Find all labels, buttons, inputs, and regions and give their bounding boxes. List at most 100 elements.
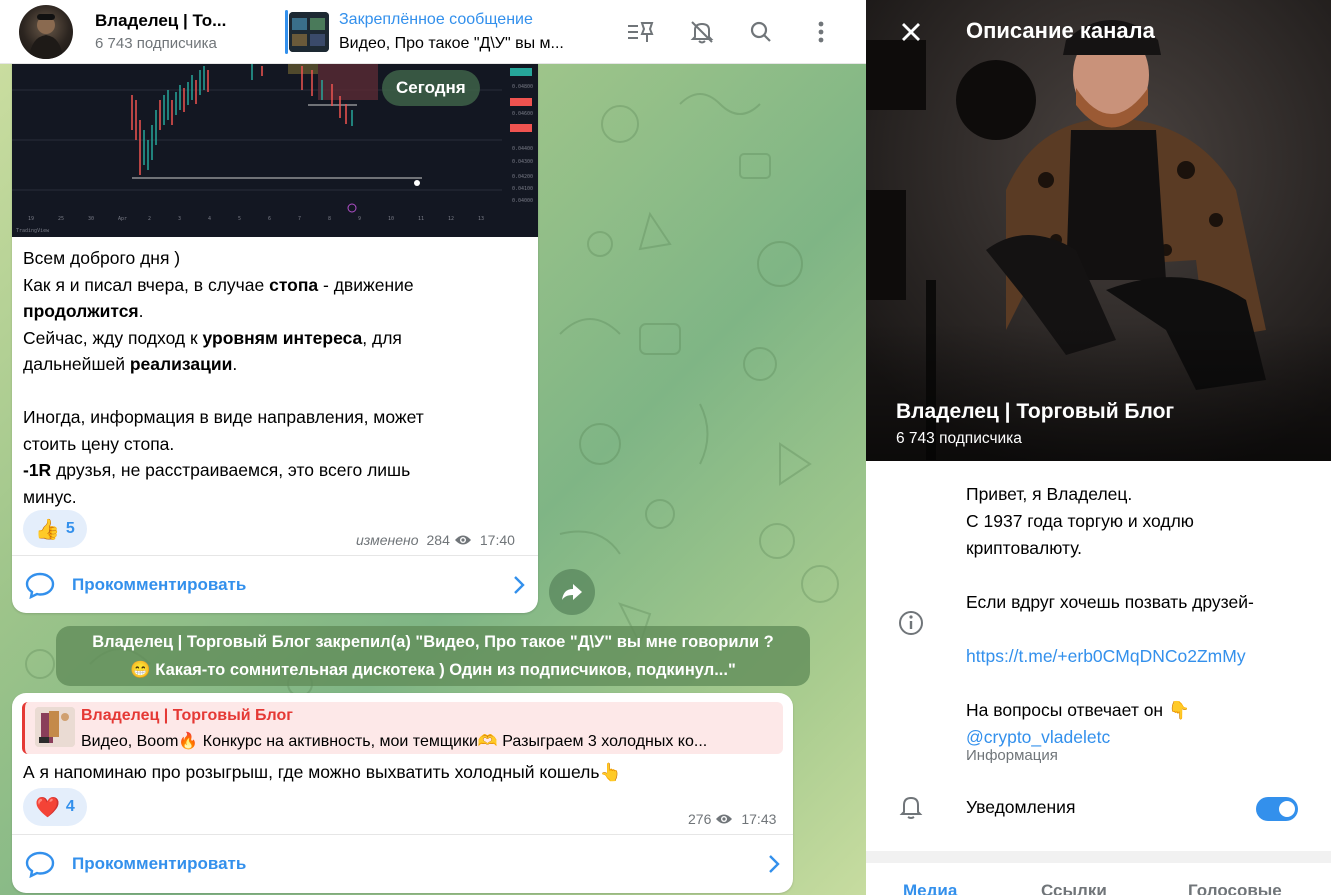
message-line: минус. — [23, 484, 528, 511]
thumbs-up-icon: 👍 — [35, 518, 60, 541]
svg-text:0.04600: 0.04600 — [512, 111, 533, 117]
views-count: 284 — [426, 532, 450, 548]
svg-text:0.04300: 0.04300 — [512, 159, 533, 165]
notifications-toggle[interactable] — [1256, 797, 1298, 821]
mention-link[interactable]: @crypto_vladeletc — [966, 727, 1110, 747]
quote-title: Владелец | Торговый Блог — [81, 707, 293, 724]
reaction-count: 5 — [65, 520, 75, 537]
bold-text: стопа — [269, 274, 319, 295]
panel-title: Описание канала — [966, 18, 1155, 43]
bold-text: уровням интереса — [202, 327, 363, 348]
desc-line: Если вдруг хочешь позвать друзей- — [966, 592, 1254, 612]
svg-text:0.04000: 0.04000 — [512, 198, 533, 204]
text-segment: , для — [362, 327, 402, 348]
tab-media[interactable]: Медиа — [903, 881, 957, 895]
section-divider — [866, 851, 1331, 863]
bold-text: -1R — [23, 460, 52, 480]
svg-text:4: 4 — [208, 216, 211, 222]
pinned-indicator — [285, 10, 288, 54]
bold-text: реализации — [129, 354, 233, 374]
text-segment: Иногда, информация в виде направления, м… — [23, 407, 424, 427]
channel-avatar[interactable] — [19, 5, 73, 59]
eye-icon — [716, 814, 733, 824]
tab-links[interactable]: Ссылки — [1041, 881, 1107, 895]
date-pill: Сегодня — [382, 70, 480, 106]
message-line — [23, 378, 528, 405]
message-meta: изменено 284 17:40 — [356, 532, 515, 548]
comment-bubble-icon — [25, 851, 55, 878]
message-line: дальнейшей реализации. — [23, 351, 528, 378]
channel-description: Привет, я Владелец. С 1937 года торгую и … — [966, 481, 1321, 751]
svg-text:Apr: Apr — [118, 216, 127, 222]
channel-cover-photo[interactable] — [866, 0, 1331, 461]
svg-text:30: 30 — [88, 216, 94, 222]
svg-text:7: 7 — [298, 216, 301, 222]
desc-line: Привет, я Владелец. — [966, 484, 1133, 504]
svg-text:5: 5 — [238, 216, 241, 222]
message-line: Как я и писал вчера, в случае стопа - дв… — [23, 272, 528, 299]
invite-link[interactable]: https://t.me/+erb0CMqDNCo2ZmMy — [966, 646, 1246, 666]
text-segment: стоить цену стопа. — [23, 433, 175, 454]
svg-text:0.04400: 0.04400 — [512, 146, 533, 152]
desc-line: На вопросы отвечает он 👇 — [966, 700, 1190, 720]
svg-text:9: 9 — [358, 216, 361, 222]
text-segment: . — [138, 301, 144, 321]
reply-quote[interactable]: Владелец | Торговый Блог Видео, Boom🔥 Ко… — [22, 702, 783, 754]
text-segment: дальнейшей — [23, 354, 130, 374]
chat-header: Владелец | То... 6 743 подписчика Закреп… — [0, 0, 866, 64]
share-button[interactable] — [549, 569, 595, 615]
toggle-knob — [1277, 799, 1297, 819]
message-text: Всем доброго дня ) Как я и писал вчера, в… — [23, 245, 528, 510]
chevron-right-icon — [514, 575, 525, 594]
comment-label: Прокомментировать — [72, 574, 247, 594]
views-count: 276 — [688, 811, 712, 827]
search-button[interactable] — [745, 16, 777, 48]
comment-bubble-icon — [25, 572, 55, 599]
channel-title[interactable]: Владелец | То... — [95, 11, 226, 31]
mute-button[interactable] — [686, 16, 718, 48]
pinned-list-button[interactable] — [624, 16, 656, 48]
pinned-title[interactable]: Закреплённое сообщение — [339, 11, 533, 29]
reaction-chip[interactable]: ❤️ 4 — [23, 788, 87, 826]
text-segment: Как я и писал вчера, в случае — [23, 274, 270, 295]
heart-icon: ❤️ — [35, 796, 60, 819]
pin-service-message[interactable]: Владелец | Торговый Блог закрепил(а) "Ви… — [56, 626, 810, 686]
service-line-1: Владелец | Торговый Блог закрепил(а) "Ви… — [92, 633, 774, 651]
svg-text:3: 3 — [178, 216, 181, 222]
more-button[interactable] — [805, 16, 837, 48]
message-text: А я напоминаю про розыгрыш, где можно вы… — [23, 762, 622, 782]
channel-subscribers: 6 743 подписчика — [896, 430, 1022, 447]
quote-text: Видео, Boom🔥 Конкурс на активность, мои … — [81, 733, 708, 750]
svg-text:0.04800: 0.04800 — [512, 84, 533, 90]
pinned-text[interactable]: Видео, Про такое "Д\У" вы м... — [339, 35, 564, 53]
reaction-chip[interactable]: 👍 5 — [23, 510, 87, 548]
message-line: Иногда, информация в виде направления, м… — [23, 404, 528, 431]
text-segment: Сейчас, жду подход к — [23, 327, 203, 348]
desc-line: С 1937 года торгую и ходлю — [966, 511, 1194, 531]
message-bubble[interactable]: Владелец | Торговый Блог Видео, Boom🔥 Ко… — [12, 693, 793, 893]
pinned-thumbnail[interactable] — [289, 12, 329, 52]
channel-info-panel: Описание канала Владелец | Торговый Блог… — [866, 0, 1331, 895]
comment-button[interactable]: Прокомментировать — [12, 555, 538, 613]
svg-text:0.04100: 0.04100 — [512, 186, 533, 192]
message-time: 17:40 — [479, 532, 515, 548]
message-line: стоить цену стопа. — [23, 431, 528, 458]
comment-button[interactable]: Прокомментировать — [12, 834, 793, 892]
message-line: Всем доброго дня ) — [23, 245, 528, 272]
info-label: Информация — [966, 747, 1058, 764]
channel-name: Владелец | Торговый Блог — [896, 400, 1175, 423]
tab-voice[interactable]: Голосовые — [1188, 881, 1282, 895]
more-icon — [818, 21, 824, 43]
message-meta: 276 17:43 — [688, 811, 776, 827]
text-segment: минус. — [23, 486, 77, 507]
bold-text: продолжится — [23, 301, 139, 321]
svg-text:8: 8 — [328, 216, 331, 222]
desc-line: криптовалюту. — [966, 538, 1083, 558]
pinned-list-icon — [628, 22, 654, 42]
share-arrow-icon — [562, 584, 582, 600]
message-line: Сейчас, жду подход к уровням интереса, д… — [23, 325, 528, 352]
search-icon — [750, 21, 771, 42]
eye-icon — [454, 535, 471, 545]
mute-icon — [690, 21, 714, 44]
close-icon[interactable] — [896, 17, 926, 47]
